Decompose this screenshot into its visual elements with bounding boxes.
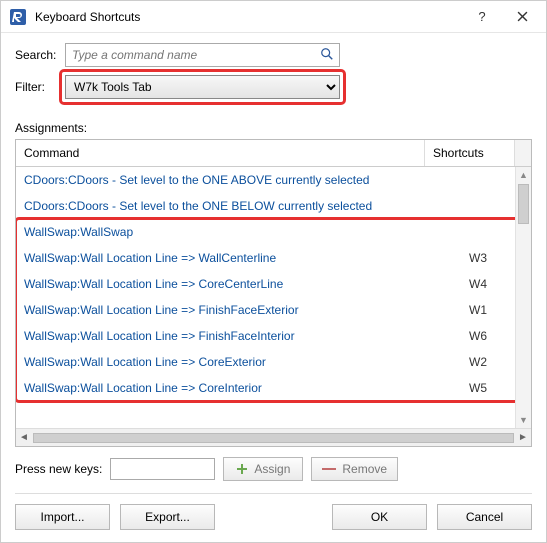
titlebar: Keyboard Shortcuts ?: [1, 1, 546, 33]
search-icon[interactable]: [320, 47, 334, 64]
table-row[interactable]: WallSwap:Wall Location Line => WallCente…: [16, 245, 531, 271]
filter-select[interactable]: W7k Tools Tab: [65, 75, 340, 99]
table-row[interactable]: WallSwap:Wall Location Line => CoreCente…: [16, 271, 531, 297]
command-cell: WallSwap:Wall Location Line => CoreExter…: [24, 355, 433, 369]
shortcut-cell: W4: [433, 277, 523, 291]
table-row[interactable]: WallSwap:WallSwap: [16, 219, 531, 245]
keyboard-shortcuts-dialog: Keyboard Shortcuts ? Search: Filter: W7k…: [0, 0, 547, 543]
ok-button[interactable]: OK: [332, 504, 427, 530]
table-header: Command Shortcuts: [16, 140, 531, 167]
assignments-label: Assignments:: [15, 121, 532, 135]
table-row[interactable]: WallSwap:Wall Location Line => FinishFac…: [16, 323, 531, 349]
shortcut-cell: W1: [433, 303, 523, 317]
cancel-button[interactable]: Cancel: [437, 504, 532, 530]
command-cell: WallSwap:Wall Location Line => FinishFac…: [24, 303, 433, 317]
filter-label: Filter:: [15, 80, 65, 94]
command-cell: WallSwap:Wall Location Line => CoreCente…: [24, 277, 433, 291]
minus-icon: [322, 468, 336, 470]
command-cell: WallSwap:WallSwap: [24, 225, 433, 239]
table-row[interactable]: CDoors:CDoors - Set level to the ONE ABO…: [16, 167, 531, 193]
table-row[interactable]: WallSwap:Wall Location Line => FinishFac…: [16, 297, 531, 323]
column-shortcuts[interactable]: Shortcuts: [425, 140, 515, 166]
search-label: Search:: [15, 48, 65, 62]
close-button[interactable]: [502, 2, 542, 32]
table-row[interactable]: CDoors:CDoors - Set level to the ONE BEL…: [16, 193, 531, 219]
remove-button[interactable]: Remove: [311, 457, 398, 481]
press-new-keys-label: Press new keys:: [15, 462, 102, 476]
shortcut-cell: W2: [433, 355, 523, 369]
scroll-left-icon[interactable]: ◄: [16, 432, 32, 443]
command-cell: CDoors:CDoors - Set level to the ONE ABO…: [24, 173, 433, 187]
press-new-keys-input[interactable]: [110, 458, 215, 480]
dialog-title: Keyboard Shortcuts: [35, 10, 462, 24]
shortcut-cell: W3: [433, 251, 523, 265]
table-row[interactable]: WallSwap:Wall Location Line => CoreInter…: [16, 375, 531, 401]
import-button[interactable]: Import...: [15, 504, 110, 530]
export-button[interactable]: Export...: [120, 504, 215, 530]
command-cell: CDoors:CDoors - Set level to the ONE BEL…: [24, 199, 433, 213]
assign-button[interactable]: Assign: [223, 457, 303, 481]
shortcut-cell: W6: [433, 329, 523, 343]
hscroll-thumb[interactable]: [33, 433, 514, 443]
scroll-thumb[interactable]: [518, 184, 529, 224]
scroll-right-icon[interactable]: ►: [515, 432, 531, 443]
scroll-down-icon[interactable]: ▼: [516, 412, 531, 428]
scroll-up-icon[interactable]: ▲: [516, 167, 531, 183]
shortcut-cell: W5: [433, 381, 523, 395]
help-button[interactable]: ?: [462, 2, 502, 32]
column-spacer: [515, 140, 531, 166]
column-command[interactable]: Command: [16, 140, 425, 166]
revit-icon: [9, 8, 27, 26]
search-input[interactable]: [65, 43, 340, 67]
vertical-scrollbar[interactable]: ▲ ▼: [515, 167, 531, 428]
command-cell: WallSwap:Wall Location Line => CoreInter…: [24, 381, 433, 395]
shortcuts-table: Command Shortcuts CDoors:CDoors - Set le…: [15, 139, 532, 447]
horizontal-scrollbar[interactable]: ◄ ►: [16, 428, 531, 446]
table-row[interactable]: WallSwap:Wall Location Line => CoreExter…: [16, 349, 531, 375]
plus-icon: [236, 463, 248, 475]
command-cell: WallSwap:Wall Location Line => WallCente…: [24, 251, 433, 265]
command-cell: WallSwap:Wall Location Line => FinishFac…: [24, 329, 433, 343]
